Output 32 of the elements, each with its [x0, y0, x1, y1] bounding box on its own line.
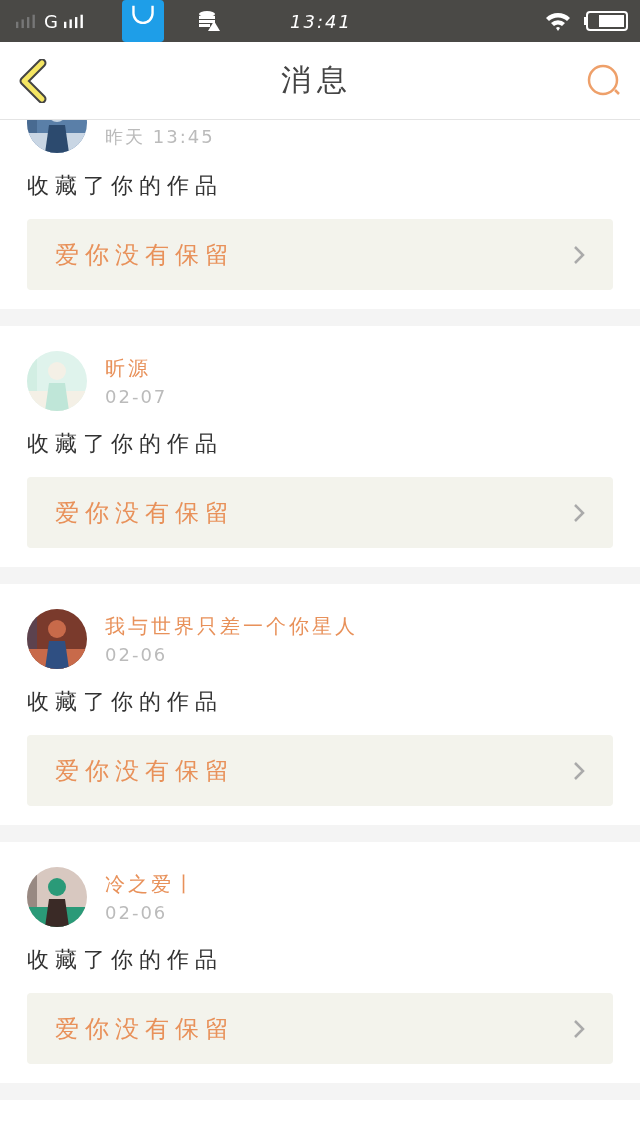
work-title: 爱你没有保留	[55, 239, 235, 271]
user-name[interactable]: 冷之爱丨	[105, 871, 197, 898]
work-link[interactable]: 爱你没有保留	[27, 219, 613, 290]
message-text: 收藏了你的作品	[27, 172, 224, 200]
signal-icon	[16, 13, 38, 29]
battery-icon	[584, 11, 628, 31]
chevron-right-icon	[573, 760, 585, 781]
message-text: 收藏了你的作品	[27, 430, 224, 458]
wifi-icon	[544, 10, 572, 32]
back-icon[interactable]	[18, 58, 48, 103]
user-name[interactable]: 我与世界只差一个你星人	[105, 613, 358, 640]
chevron-right-icon	[573, 1018, 585, 1039]
signal-icon	[63, 13, 86, 29]
chevron-right-icon	[573, 502, 585, 523]
user-name[interactable]: 昕源	[105, 355, 168, 382]
database-warning-icon	[197, 10, 220, 32]
work-title: 爱你没有保留	[55, 755, 235, 787]
message-time: 02-06	[105, 644, 169, 665]
message-time: 昨天 13:45	[105, 125, 215, 149]
work-title: 爱你没有保留	[55, 1013, 235, 1045]
work-link[interactable]: 爱你没有保留	[27, 735, 613, 806]
message-time: 02-07	[105, 386, 168, 407]
page-title: 消息	[281, 61, 353, 99]
clock-time: 13:41	[290, 10, 352, 32]
work-title: 爱你没有保留	[55, 497, 235, 529]
message-text: 收藏了你的作品	[27, 688, 224, 716]
chevron-right-icon	[573, 244, 585, 265]
work-link[interactable]: 爱你没有保留	[27, 477, 613, 548]
message-time: 02-06	[105, 902, 169, 923]
network-type: G	[44, 10, 58, 32]
message-text: 收藏了你的作品	[27, 946, 224, 974]
work-link[interactable]: 爱你没有保留	[27, 993, 613, 1064]
